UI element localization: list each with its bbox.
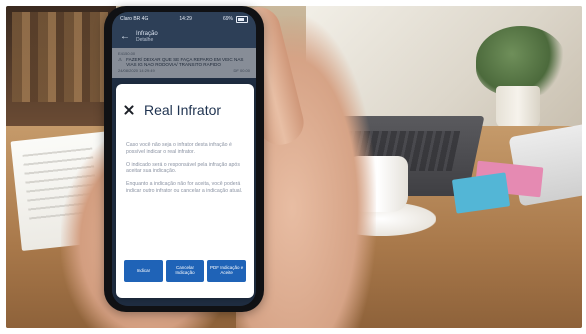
pdf-indication-button[interactable]: PDF Indicação e Aceite [207, 260, 247, 282]
modal-actions: Indicar Cancelar Indicação PDF Indicação… [124, 260, 247, 282]
app-header: ← Infração Detalhe [112, 26, 256, 48]
background-photo [6, 6, 582, 328]
time-text: 14:29 [179, 16, 192, 22]
carrier-text: Claro BR 4G [120, 16, 149, 22]
modal-title: Real Infrator [144, 102, 222, 118]
back-arrow-icon[interactable]: ← [120, 32, 130, 42]
plant-pot [496, 86, 540, 128]
app-subtitle: Detalhe [136, 37, 154, 44]
modal-paragraph-3: Enquanto a indicação não for aceita, voc… [126, 181, 243, 194]
battery-icon [236, 15, 248, 23]
modal-paragraph-1: Caso você não seja o infrator desta infr… [126, 142, 232, 155]
modal-paragraph-2: O indicado será o responsável pela infra… [126, 161, 240, 175]
modal-header: Real Infrator [124, 102, 221, 118]
modal-body: Caso você não seja o infrator desta infr… [126, 142, 246, 201]
cancel-indication-button[interactable]: Cancelar Indicação [165, 260, 205, 282]
app-title-block: Infração Detalhe [136, 31, 158, 43]
close-icon[interactable] [124, 105, 134, 115]
indicate-button[interactable]: Indicar [124, 260, 163, 282]
real-infrator-modal: Real Infrator Caso você não seja o infra… [116, 84, 254, 298]
books [12, 12, 108, 102]
status-bar: Claro BR 4G 14:29 69% [112, 12, 256, 26]
status-right: 69% [222, 15, 248, 23]
battery-percent: 69% [222, 16, 233, 22]
